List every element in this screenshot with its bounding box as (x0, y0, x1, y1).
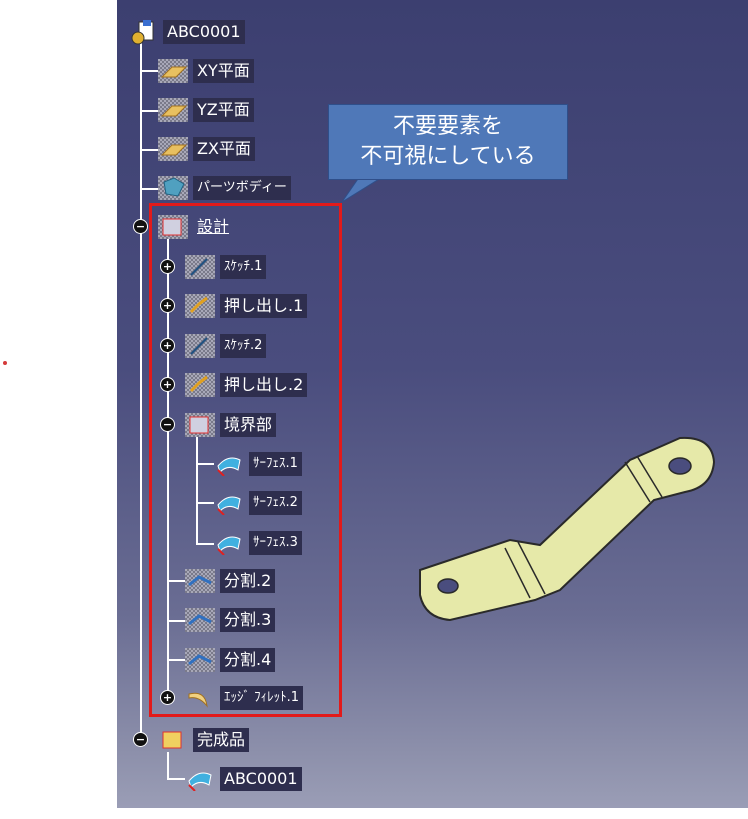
tree-root[interactable]: ABC0001 (129, 19, 245, 45)
part-body-icon (158, 176, 188, 200)
geometrical-set-icon (158, 728, 188, 752)
tree-item-label: 完成品 (193, 728, 250, 752)
viewport-bottom-strip (117, 808, 748, 819)
collapse-toggle-design[interactable]: − (133, 219, 148, 234)
tree-line-finished (167, 752, 169, 778)
tree-item-label: XY平面 (193, 59, 254, 83)
tree-root-label: ABC0001 (163, 20, 245, 44)
collapse-toggle-finished[interactable]: − (133, 732, 148, 747)
hole-right (668, 457, 692, 475)
tree-line-root (140, 40, 142, 740)
plane-icon (158, 137, 188, 161)
hole-left (437, 578, 459, 594)
tree-item-finished[interactable]: 完成品 (158, 727, 250, 753)
tree-item-parts-body[interactable]: パーツボディー (158, 175, 291, 201)
plane-icon (158, 98, 188, 122)
tree-item-label: ZX平面 (193, 137, 255, 161)
product-document-icon (129, 20, 163, 45)
tree-item-finished-abc0001[interactable]: ABC0001 (185, 766, 302, 792)
highlight-box (149, 203, 342, 717)
tree-item-label: パーツボディー (193, 176, 291, 200)
tree-item-label: ABC0001 (220, 767, 302, 791)
callout-line-2: 不可視にしている (360, 144, 536, 169)
tree-branch (140, 188, 158, 190)
callout-tail (341, 176, 385, 203)
stray-dot (3, 361, 7, 365)
tree-item-zx-plane[interactable]: ZX平面 (158, 136, 255, 162)
tree-branch (140, 70, 158, 72)
callout-box: 不要要素を 不可視にしている (328, 104, 568, 180)
tree-item-label: YZ平面 (193, 98, 254, 122)
tree-branch (167, 778, 185, 780)
tree-item-yz-plane[interactable]: YZ平面 (158, 97, 254, 123)
plane-icon (158, 59, 188, 83)
callout-line-1: 不要要素を (392, 114, 503, 139)
surface-icon (185, 767, 215, 791)
tree-branch (140, 149, 158, 151)
tree-branch (140, 110, 158, 112)
tree-item-xy-plane[interactable]: XY平面 (158, 58, 254, 84)
